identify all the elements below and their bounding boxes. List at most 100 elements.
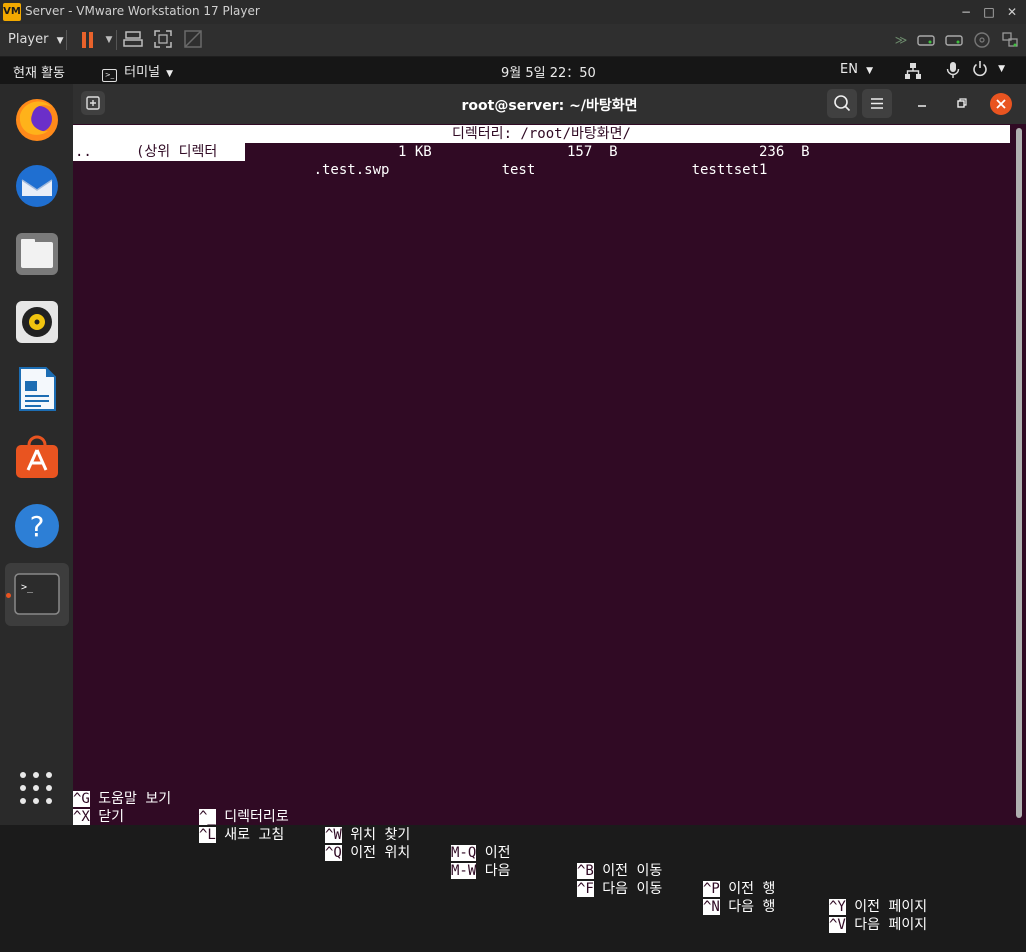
chevron-down-icon: ▼ [56, 36, 64, 46]
shortcut-key: ^B [577, 863, 594, 879]
shortcut-label: 이전 [484, 845, 511, 861]
microphone-icon[interactable] [946, 61, 960, 79]
chevron-down-icon: ▼ [866, 66, 874, 76]
running-indicator [6, 593, 11, 598]
app-menu-label: 터미널 [124, 65, 161, 80]
minimize-icon[interactable] [914, 95, 930, 111]
hdd-icon[interactable] [917, 31, 935, 49]
shortcut-key: ^Q [325, 845, 342, 861]
shortcut-item[interactable]: ^P 이전 행 [703, 880, 775, 898]
shortcut-item[interactable]: ^B 이전 이동 [577, 862, 662, 880]
network-icon[interactable] [1001, 31, 1019, 49]
terminal-small-icon: >_ [102, 69, 117, 82]
hdd-icon[interactable] [945, 31, 963, 49]
shortcut-label: 이전 위치 [350, 845, 411, 861]
activities-button[interactable]: 현재 활동 [13, 62, 65, 81]
svg-text:?: ? [30, 510, 45, 543]
restore-icon[interactable] [953, 95, 969, 111]
shortcut-key: ^W [325, 827, 342, 843]
vm-titlebar: VM Server - VMware Workstation 17 Player… [0, 0, 1026, 24]
shortcut-key: ^_ [199, 809, 216, 825]
send-keys-icon[interactable] [122, 29, 144, 51]
fullscreen-icon[interactable] [152, 29, 174, 51]
shortcut-key: ^Y [829, 899, 846, 915]
parent-dir-label: (상위 디렉터 [136, 144, 218, 160]
shortcut-item[interactable]: ^W 위치 찾기 [325, 826, 410, 844]
close-icon[interactable] [990, 93, 1012, 115]
show-apps-icon[interactable] [20, 772, 54, 806]
search-button[interactable] [827, 89, 857, 118]
scrollbar-thumb[interactable] [1016, 128, 1022, 818]
cd-icon[interactable] [973, 31, 991, 49]
shortcut-label: 위치 찾기 [350, 827, 411, 843]
writer-icon[interactable] [13, 365, 61, 413]
terminal-header: root@server: ~/바탕화면 [73, 84, 1026, 124]
shortcut-item[interactable]: M-Q 이전 [451, 844, 511, 862]
maximize-button[interactable]: □ [979, 2, 999, 22]
terminal-body[interactable]: 디렉터리: /root/바탕화면/ .. (상위 디렉터 .test.swp 1… [73, 124, 1012, 933]
shortcut-label: 이전 행 [728, 881, 776, 897]
shortcut-item[interactable]: ^L 새로 고침 [199, 826, 284, 844]
firefox-icon[interactable] [13, 95, 61, 143]
minimize-button[interactable]: − [956, 2, 976, 22]
file-entry[interactable]: .test.swp [263, 143, 390, 197]
player-label: Player [8, 32, 49, 47]
shortcut-label: 닫기 [98, 809, 125, 825]
chevron-down-icon: ▼ [166, 69, 174, 79]
terminal-icon[interactable]: >_ [13, 570, 61, 618]
search-icon [834, 95, 851, 112]
shortcut-item[interactable]: ^F 다음 이동 [577, 880, 662, 898]
vm-toolbar: Player ▼ ▼ ≫ [0, 24, 1026, 57]
rhythmbox-icon[interactable] [13, 298, 61, 346]
menu-button[interactable] [862, 89, 892, 118]
shortcut-label: 디렉터리로 [224, 809, 289, 825]
toolbar-divider [66, 30, 67, 50]
shortcut-item[interactable]: M-W 다음 [451, 862, 511, 880]
files-icon[interactable] [13, 230, 61, 278]
shortcut-item[interactable]: ^X 닫기 [73, 808, 124, 826]
network-icon[interactable] [904, 62, 922, 80]
parent-dir-name: .. [75, 144, 92, 160]
shortcut-item[interactable]: ^V 다음 페이지 [829, 916, 927, 934]
pause-icon[interactable] [76, 29, 98, 51]
shortcut-item[interactable]: ^N 다음 행 [703, 898, 775, 916]
shortcut-item[interactable]: ^_ 디렉터리로 [199, 808, 289, 826]
chevron-down-icon: ▼ [998, 64, 1006, 74]
file-list-row: .. (상위 디렉터 .test.swp 1 KB test 157 B tes… [73, 143, 1010, 178]
file-name: .test.swp [313, 162, 390, 178]
system-menu[interactable]: ▼ [972, 60, 1005, 78]
input-language[interactable]: EN ▼ [840, 62, 873, 77]
shortcut-key: ^X [73, 809, 90, 825]
thunderbird-icon[interactable] [13, 162, 61, 210]
forward-icon[interactable]: ≫ [890, 29, 912, 51]
shortcut-bar-row-2: ^X 닫기 ^L 새로 고침 ^Q 이전 위치 M-W 다음 ^F 다음 이동 … [73, 790, 1010, 933]
gnome-top-bar: 현재 활동 >_ 터미널 ▼ 9월 5일 22：50 EN ▼ ▼ [0, 57, 1026, 84]
vmware-logo-icon: VM [3, 3, 21, 21]
toolbar-divider [116, 30, 117, 50]
close-button[interactable]: ✕ [1002, 2, 1022, 22]
player-menu[interactable]: Player ▼ [8, 32, 64, 47]
window-title: Server - VMware Workstation 17 Player [25, 4, 260, 18]
help-icon[interactable]: ? [13, 502, 61, 550]
clock[interactable]: 9월 5일 22：50 [501, 62, 596, 81]
file-entry[interactable]: test [451, 143, 536, 197]
language-label: EN [840, 62, 858, 77]
unity-icon[interactable] [182, 29, 204, 51]
file-name: testtset1 [691, 162, 768, 178]
shortcut-key: M-W [451, 863, 477, 879]
file-size: 1 KB [398, 144, 432, 160]
shortcut-key: ^N [703, 899, 720, 915]
app-menu[interactable]: >_ 터미널 ▼ [102, 61, 173, 82]
file-entry[interactable]: testtset1 [641, 143, 768, 197]
shortcut-key: ^F [577, 881, 594, 897]
shortcut-label: 다음 [484, 863, 511, 879]
shortcut-item[interactable]: ^Y 이전 페이지 [829, 898, 927, 916]
app-center-icon[interactable] [13, 433, 61, 481]
file-name: test [501, 162, 536, 178]
shortcut-label: 다음 이동 [602, 881, 663, 897]
directory-header: 디렉터리: /root/바탕화면/ [73, 125, 1010, 143]
shortcut-item[interactable]: ^Q 이전 위치 [325, 844, 410, 862]
file-size: 236 B [759, 144, 810, 160]
selected-entry[interactable]: .. (상위 디렉터 [73, 143, 245, 161]
shortcut-label: 다음 페이지 [854, 917, 928, 933]
